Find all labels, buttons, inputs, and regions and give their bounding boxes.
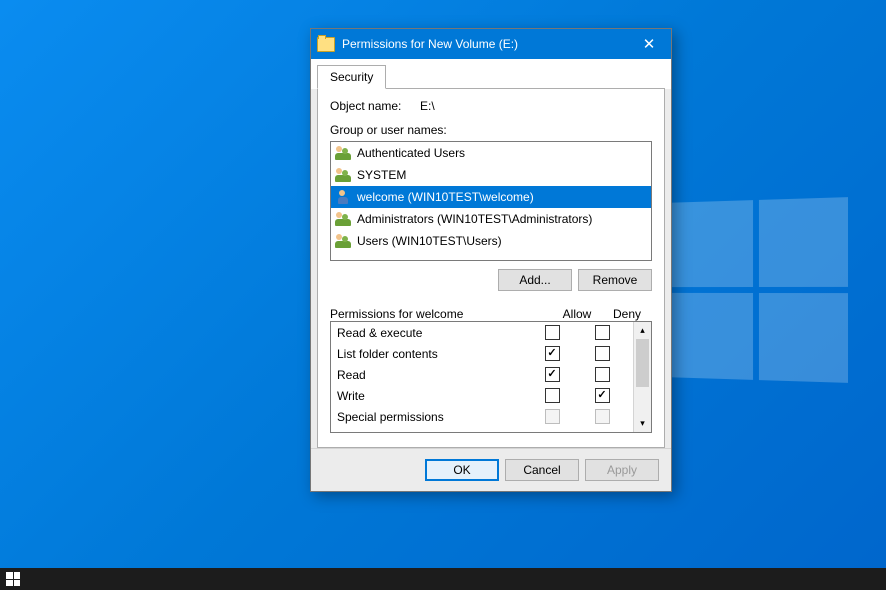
user-icon [335, 190, 351, 204]
group-icon [335, 234, 351, 248]
scroll-thumb[interactable] [636, 339, 649, 387]
taskbar[interactable] [0, 568, 886, 590]
remove-button[interactable]: Remove [578, 269, 652, 291]
object-name-label: Object name: [330, 99, 420, 113]
principal-row[interactable]: SYSTEM [331, 164, 651, 186]
permission-row: Read & execute [331, 322, 633, 343]
dialog-footer: OK Cancel Apply [311, 448, 671, 491]
ok-button[interactable]: OK [425, 459, 499, 481]
permission-name: Read & execute [337, 326, 527, 340]
permission-row: List folder contents [331, 343, 633, 364]
window-title: Permissions for New Volume (E:) [342, 37, 627, 51]
permission-name: List folder contents [337, 347, 527, 361]
checkbox-deny[interactable] [595, 388, 610, 403]
close-icon[interactable]: ✕ [627, 29, 671, 59]
checkbox-deny [595, 409, 610, 424]
group-icon [335, 168, 351, 182]
scroll-track[interactable] [634, 339, 651, 415]
group-user-names-label: Group or user names: [330, 123, 652, 137]
principal-name: Administrators (WIN10TEST\Administrators… [357, 212, 592, 226]
group-icon [335, 146, 351, 160]
deny-column-header: Deny [602, 307, 652, 321]
checkbox-deny[interactable] [595, 367, 610, 382]
permissions-dialog: Permissions for New Volume (E:) ✕ Securi… [310, 28, 672, 492]
cancel-button[interactable]: Cancel [505, 459, 579, 481]
permission-name: Special permissions [337, 410, 527, 424]
titlebar[interactable]: Permissions for New Volume (E:) ✕ [311, 29, 671, 59]
checkbox-deny[interactable] [595, 346, 610, 361]
windows-logo-watermark [670, 197, 848, 383]
tab-security[interactable]: Security [317, 65, 386, 89]
principal-name: Users (WIN10TEST\Users) [357, 234, 502, 248]
tab-body: Object name: E:\ Group or user names: Au… [317, 89, 665, 448]
permission-row: Read [331, 364, 633, 385]
scroll-up-icon[interactable]: ▴ [634, 322, 651, 339]
permission-name: Write [337, 389, 527, 403]
add-button[interactable]: Add... [498, 269, 572, 291]
checkbox-deny[interactable] [595, 325, 610, 340]
permission-row: Special permissions [331, 406, 633, 427]
start-icon[interactable] [6, 572, 20, 586]
group-icon [335, 212, 351, 226]
principals-listbox[interactable]: Authenticated Users SYSTEM welcome (WIN10T… [330, 141, 652, 261]
checkbox-allow[interactable] [545, 346, 560, 361]
principal-row[interactable]: welcome (WIN10TEST\welcome) [331, 186, 651, 208]
checkbox-allow[interactable] [545, 367, 560, 382]
principal-row[interactable]: Administrators (WIN10TEST\Administrators… [331, 208, 651, 230]
object-name-value: E:\ [420, 99, 435, 113]
permission-name: Read [337, 368, 527, 382]
principal-row[interactable]: Authenticated Users [331, 142, 651, 164]
principal-name: welcome (WIN10TEST\welcome) [357, 190, 534, 204]
checkbox-allow[interactable] [545, 388, 560, 403]
checkbox-allow [545, 409, 560, 424]
scroll-down-icon[interactable]: ▾ [634, 415, 651, 432]
allow-column-header: Allow [552, 307, 602, 321]
scrollbar[interactable]: ▴ ▾ [633, 322, 651, 432]
tab-strip: Security [311, 59, 671, 89]
permissions-listbox: Read & execute List folder contents Read Wr… [330, 321, 652, 433]
permissions-for-label: Permissions for welcome [330, 307, 552, 321]
folder-icon [317, 37, 335, 52]
apply-button[interactable]: Apply [585, 459, 659, 481]
principal-row[interactable]: Users (WIN10TEST\Users) [331, 230, 651, 252]
principal-name: SYSTEM [357, 168, 406, 182]
checkbox-allow[interactable] [545, 325, 560, 340]
permission-row: Write [331, 385, 633, 406]
principal-name: Authenticated Users [357, 146, 465, 160]
